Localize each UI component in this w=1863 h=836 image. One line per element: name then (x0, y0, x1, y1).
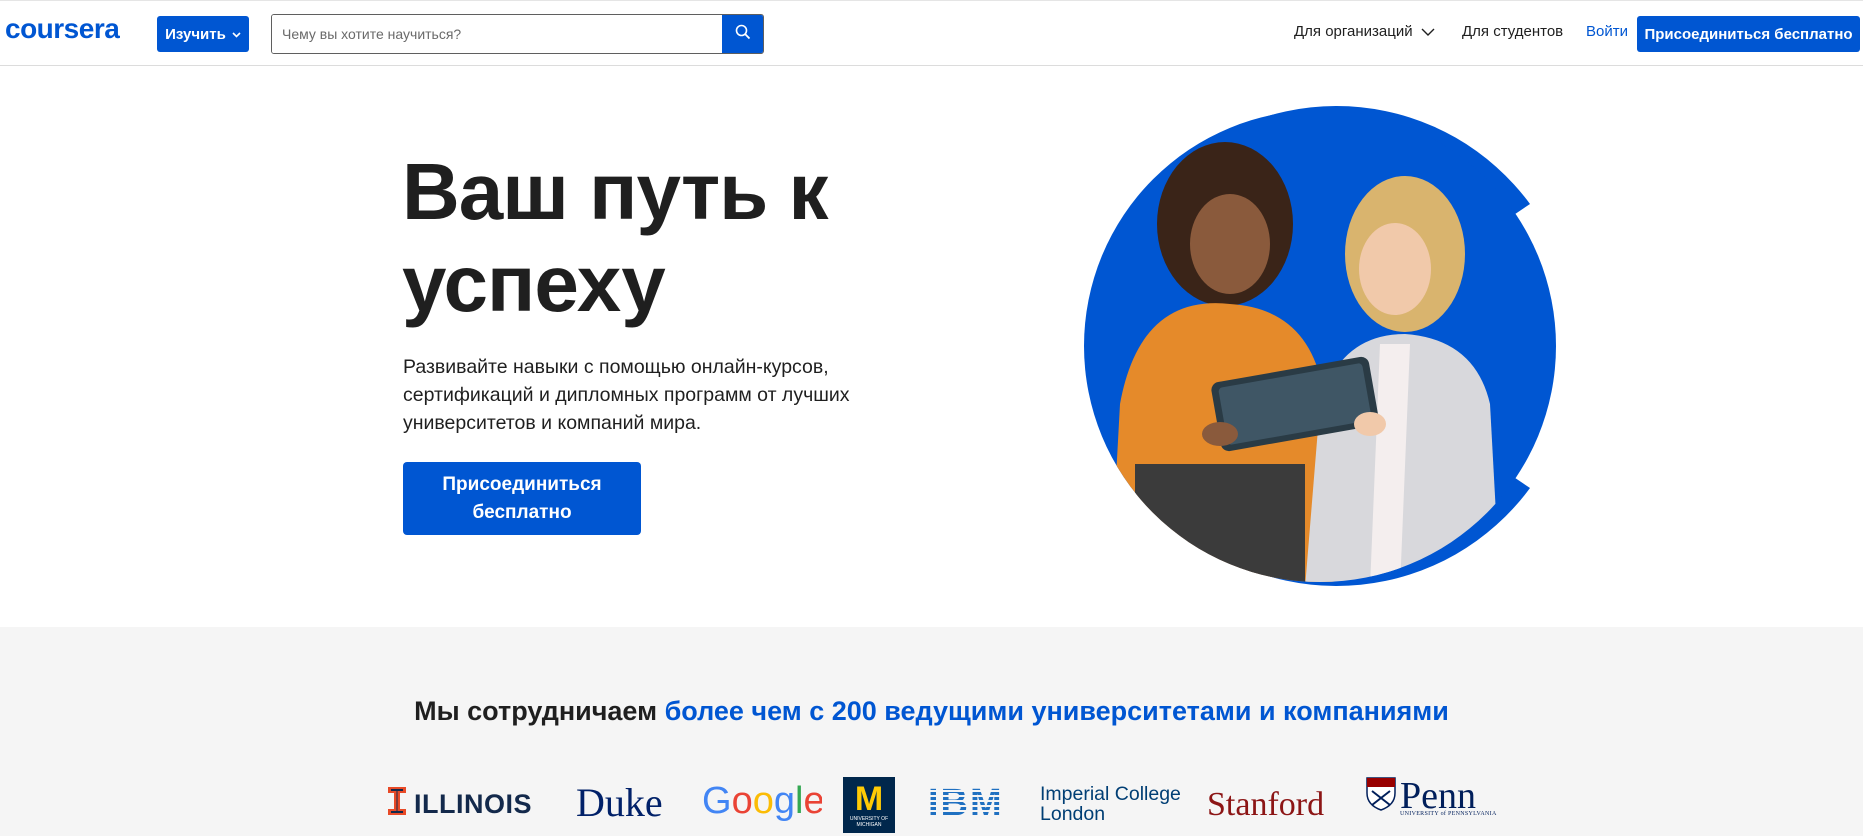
login-link[interactable]: Войти (1586, 23, 1628, 40)
for-organizations-menu[interactable]: Для организаций (1294, 23, 1435, 40)
michigan-small-caption: UNIVERSITY OF MICHIGAN (849, 816, 889, 828)
hero-join-free-button[interactable]: Присоединиться бесплатно (403, 462, 641, 535)
hero-illustration (1080, 104, 1560, 588)
ibm-logo[interactable]: IBM (928, 782, 1004, 825)
search-icon (735, 24, 751, 45)
explore-button-label: Изучить (165, 25, 226, 43)
penn-wordmark-group: Penn UNIVERSITY of PENNSYLVANIA (1400, 774, 1497, 818)
illinois-wordmark: ILLINOIS (414, 789, 532, 819)
hero-title: Ваш путь к успеху (402, 147, 829, 328)
penn-shield-icon (1366, 777, 1396, 821)
partners-heading: Мы сотрудничаем более чем с 200 ведущими… (0, 696, 1863, 727)
illinois-logo[interactable]: ILLINOIS (388, 787, 532, 822)
partners-heading-prefix: Мы сотрудничаем (414, 696, 665, 726)
search-bar (271, 14, 764, 54)
google-wordmark: Google (702, 780, 822, 822)
join-free-button[interactable]: Присоединиться бесплатно (1637, 16, 1860, 52)
chevron-down-icon (232, 30, 241, 41)
duke-logo[interactable]: Duke (576, 779, 663, 826)
penn-small-caption: UNIVERSITY of PENNSYLVANIA (1400, 810, 1497, 817)
google-logo[interactable]: Google (702, 779, 822, 823)
search-input[interactable] (272, 15, 722, 53)
penn-logo[interactable]: Penn UNIVERSITY of PENNSYLVANIA (1366, 777, 1497, 821)
coursera-logo[interactable]: coursera (5, 13, 120, 45)
stanford-logo[interactable]: Stanford (1207, 786, 1324, 824)
imperial-line-1: Imperial College (1040, 783, 1181, 805)
hero-subtitle: Развивайте навыки с помощью онлайн-курсо… (403, 356, 850, 434)
michigan-logo[interactable]: M UNIVERSITY OF MICHIGAN (843, 777, 895, 833)
partners-heading-accent: более чем с 200 ведущими университетами … (664, 696, 1449, 726)
for-students-link[interactable]: Для студентов (1462, 23, 1563, 40)
illinois-block-i-icon (388, 787, 406, 822)
top-navigation-bar: coursera Изучить Для организаций Для сту… (0, 0, 1863, 66)
search-button[interactable] (722, 15, 763, 53)
chevron-down-icon (1421, 23, 1435, 40)
for-organizations-label: Для организаций (1294, 23, 1413, 40)
michigan-block-m: M (854, 780, 884, 818)
svg-text:Google: Google (702, 780, 822, 822)
explore-button[interactable]: Изучить (157, 16, 249, 52)
imperial-line-2: London (1040, 803, 1106, 825)
ibm-wordmark: IBM (928, 782, 1004, 824)
imperial-college-logo[interactable]: Imperial College London (1040, 784, 1181, 824)
partners-section: Мы сотрудничаем более чем с 200 ведущими… (0, 627, 1863, 836)
penn-wordmark: Penn (1400, 774, 1476, 817)
